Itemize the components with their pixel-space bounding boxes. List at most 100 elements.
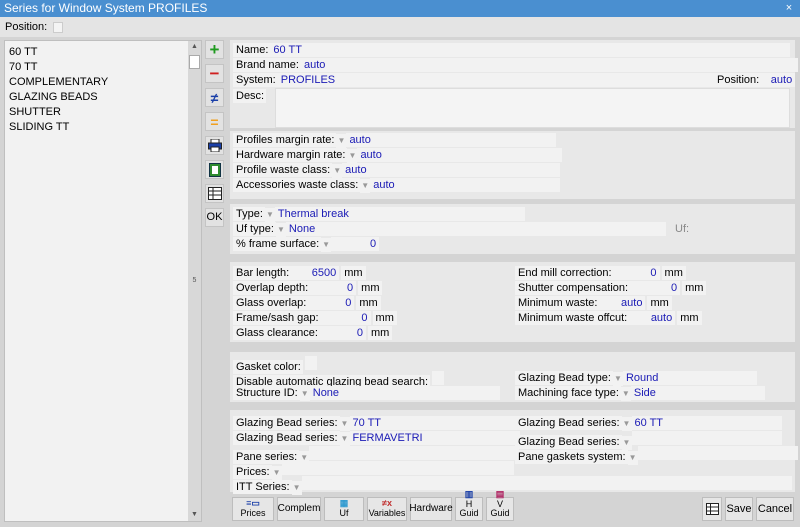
structure-id-field[interactable]: None <box>309 386 500 400</box>
h-guid-button[interactable]: ▥ H Guid <box>455 490 483 521</box>
chevron-down-icon[interactable]: ▼ <box>321 238 332 252</box>
header-position-label: Position: <box>714 73 762 87</box>
brand-row: Brand name: auto <box>233 58 798 72</box>
shutter-comp-label: Shutter compensation: <box>515 281 631 295</box>
desc-field[interactable] <box>275 88 790 128</box>
prices-field[interactable] <box>281 461 514 475</box>
scroll-thumb[interactable] <box>189 55 200 69</box>
scroll-up-icon[interactable]: ▲ <box>188 41 201 53</box>
chevron-down-icon[interactable]: ▼ <box>339 417 350 431</box>
chevron-down-icon[interactable]: ▼ <box>347 149 358 163</box>
chevron-down-icon[interactable]: ▼ <box>299 387 310 401</box>
series-list-item[interactable]: 70 TT <box>5 60 201 75</box>
type-field[interactable]: Thermal break <box>274 207 525 221</box>
header-position-field[interactable]: auto <box>761 73 796 87</box>
gasket-color-swatch[interactable] <box>304 356 317 370</box>
close-icon[interactable]: × <box>782 0 796 17</box>
frame-sash-gap-field[interactable]: 0 <box>320 311 371 325</box>
system-field[interactable]: PROFILES <box>277 73 718 87</box>
chevron-down-icon[interactable]: ▼ <box>264 208 275 222</box>
cancel-button[interactable]: Cancel <box>756 497 794 521</box>
glass-overlap-row: Glass overlap: 0 mm <box>233 296 381 310</box>
right-bead-series-2-field[interactable] <box>631 431 782 445</box>
chevron-down-icon[interactable]: ▼ <box>360 179 371 193</box>
itt-series-field[interactable] <box>301 476 792 490</box>
chevron-down-icon[interactable]: ▼ <box>339 432 350 446</box>
table-button[interactable] <box>702 497 722 521</box>
profiles-margin-field[interactable]: auto <box>346 133 557 147</box>
position-checkbox[interactable] <box>53 21 64 33</box>
not-equal-icon[interactable]: ≠ <box>205 88 224 107</box>
uf-type-field[interactable]: None <box>285 222 666 236</box>
machining-face-field[interactable]: Side <box>630 386 765 400</box>
remove-icon[interactable]: − <box>205 64 224 83</box>
system-row: System: PROFILES <box>233 73 718 87</box>
position-row: Position: auto <box>714 73 796 87</box>
prices-button[interactable]: ≡▭ Prices <box>232 497 274 521</box>
chevron-down-icon[interactable]: ▼ <box>275 223 286 237</box>
type-row: Type: ▼ Thermal break <box>233 207 525 222</box>
min-waste-offcut-field[interactable]: auto <box>629 311 676 325</box>
v-guide-icon: ▤ <box>495 489 505 499</box>
right-bead-series-1-field[interactable]: 60 TT <box>631 416 782 430</box>
series-list-item[interactable]: GLAZING BEADS <box>5 90 201 105</box>
equal-icon[interactable]: = <box>205 112 224 131</box>
scroll-down-icon[interactable]: ▼ <box>188 509 201 521</box>
save-button[interactable]: Save <box>725 497 753 521</box>
complem-button[interactable]: Complem <box>277 497 321 521</box>
disable-auto-row: Disable automatic glazing bead search: <box>233 371 445 389</box>
structure-id-row: Structure ID: ▼ None <box>233 386 500 401</box>
list-scrollbar[interactable]: ▲ 5 ▼ <box>188 41 201 521</box>
shutter-comp-field[interactable]: 0 <box>630 281 681 295</box>
series-list: 60 TT 70 TT COMPLEMENTARY GLAZING BEADS SHUT… <box>4 40 202 522</box>
table-icon[interactable] <box>205 184 224 203</box>
glass-clearance-field[interactable]: 0 <box>319 326 366 340</box>
pane-series-row: Pane series: ▼ <box>233 446 520 465</box>
min-waste-field[interactable]: auto <box>599 296 646 310</box>
export-icon[interactable] <box>205 160 224 179</box>
variables-button[interactable]: ≠x Variables <box>367 497 407 521</box>
bead-type-field[interactable]: Round <box>622 371 757 385</box>
uf-button[interactable]: ▦ Uf <box>324 497 364 521</box>
name-field[interactable]: 60 TT <box>270 43 791 57</box>
overlap-depth-field[interactable]: 0 <box>310 281 357 295</box>
add-icon[interactable]: + <box>205 40 224 59</box>
profile-waste-field[interactable]: auto <box>342 163 561 177</box>
bar-length-field[interactable]: 6500 <box>291 266 340 280</box>
chevron-down-icon[interactable]: ▼ <box>621 417 632 431</box>
glass-overlap-field[interactable]: 0 <box>308 296 355 310</box>
frame-surface-field[interactable]: 0 <box>331 237 380 251</box>
ok-button[interactable]: OK <box>205 208 224 227</box>
chevron-down-icon[interactable]: ▼ <box>627 451 638 465</box>
disable-auto-checkbox[interactable] <box>432 371 445 385</box>
bead-series-label: Glazing Bead series: <box>233 416 340 430</box>
bottom-toolbar: ≡▭ Prices Complem ▦ Uf ≠x Variables Hard… <box>230 490 800 523</box>
variables-icon: ≠x <box>382 498 392 508</box>
end-mill-field[interactable]: 0 <box>613 266 660 280</box>
chevron-down-icon[interactable]: ▼ <box>332 164 343 178</box>
brand-field[interactable]: auto <box>300 58 798 72</box>
chevron-down-icon[interactable]: ▼ <box>291 481 302 495</box>
series-list-item[interactable]: SHUTTER <box>5 105 201 120</box>
chevron-down-icon[interactable]: ▼ <box>612 372 623 386</box>
hardware-button[interactable]: Hardware <box>409 497 453 521</box>
v-guid-button[interactable]: ▤ V Guid <box>486 490 514 521</box>
hardware-margin-field[interactable]: auto <box>357 148 563 162</box>
prices-icon: ≡▭ <box>246 498 260 508</box>
series-list-item[interactable]: 60 TT <box>5 45 201 60</box>
pane-gaskets-field[interactable] <box>637 446 798 460</box>
accessories-waste-field[interactable]: auto <box>370 178 561 192</box>
unit-label: mm <box>356 296 381 310</box>
left-bead-series-2-field[interactable]: FERMAVETRI <box>349 431 520 445</box>
series-list-item[interactable]: SLIDING TT <box>5 120 201 135</box>
min-waste-row: Minimum waste: auto mm <box>515 296 672 310</box>
left-bead-series-1-field[interactable]: 70 TT <box>349 416 520 430</box>
bead-series-label: Glazing Bead series: <box>515 416 622 430</box>
chevron-down-icon[interactable]: ▼ <box>620 387 631 401</box>
series-list-item[interactable]: COMPLEMENTARY <box>5 75 201 90</box>
print-icon[interactable] <box>205 136 224 155</box>
chevron-down-icon[interactable]: ▼ <box>336 134 347 148</box>
machining-face-label: Machining face type: <box>515 386 621 400</box>
profiles-margin-row: Profiles margin rate: ▼ auto <box>233 133 557 148</box>
pane-series-field[interactable] <box>309 446 520 460</box>
